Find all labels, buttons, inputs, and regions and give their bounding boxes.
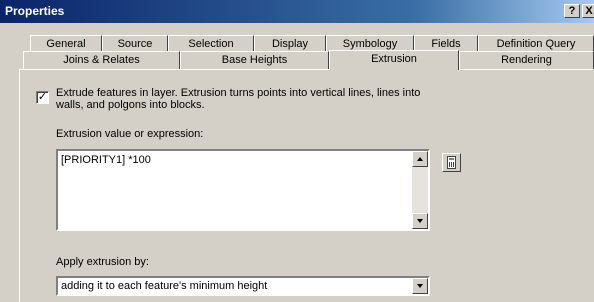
window-title: Properties <box>5 4 65 18</box>
tab-base-heights[interactable]: Base Heights <box>180 51 329 69</box>
tab-joins-relates[interactable]: Joins & Relates <box>23 51 180 69</box>
title-bar: Properties ? X <box>0 0 594 23</box>
tab-extrusion[interactable]: Extrusion <box>329 50 459 70</box>
help-button[interactable]: ? <box>564 4 580 18</box>
tab-rendering[interactable]: Rendering <box>459 51 594 69</box>
extrusion-panel <box>19 69 594 302</box>
close-button[interactable]: X <box>582 4 594 18</box>
